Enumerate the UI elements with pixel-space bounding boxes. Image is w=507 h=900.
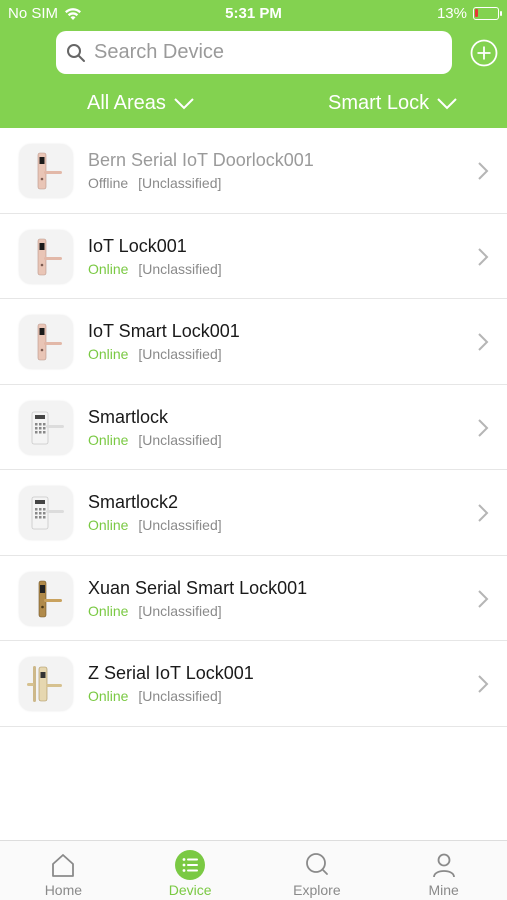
device-thumbnail	[19, 571, 73, 626]
keypad-lock-icon	[31, 496, 64, 530]
device-thumbnail	[19, 486, 73, 540]
area-filter-label: All Areas	[87, 92, 166, 114]
status-right: 13%	[436, 5, 502, 22]
device-name: Smartlock2	[88, 492, 179, 512]
device-name: IoT Smart Lock001	[88, 321, 240, 341]
device-category: [Unclassified]	[138, 431, 222, 448]
chevron-right-icon	[478, 675, 489, 693]
device-name: Smartlock	[88, 406, 169, 427]
home-icon	[52, 854, 75, 877]
status-bar: No SIM 5:31 PM 13%	[0, 0, 507, 28]
search-icon	[305, 853, 328, 875]
app-screen: No SIM 5:31 PM 13% Search Device All Are…	[0, 0, 507, 900]
lever-lock-icon	[37, 152, 62, 190]
device-meta: Online [Unclassified]	[88, 432, 222, 448]
device-status: Online	[88, 431, 129, 448]
keypad-lock-icon	[31, 411, 64, 444]
tab-mine[interactable]: Mine	[380, 841, 507, 900]
tab-bar: Home Device Explore Mine	[0, 840, 507, 900]
device-status: Online	[88, 346, 129, 362]
gold-handle-lock-icon	[27, 666, 62, 702]
device-list: Bern Serial IoT Doorlock001 Offline [Unc…	[0, 128, 507, 727]
device-status: Online	[88, 688, 129, 704]
person-icon	[432, 853, 455, 878]
device-category: [Unclassified]	[138, 260, 222, 277]
list-icon	[175, 850, 206, 880]
chevron-right-icon	[478, 333, 489, 351]
device-meta: Online [Unclassified]	[88, 261, 222, 277]
device-name: Z Serial IoT Lock001	[88, 663, 254, 683]
add-device-icon[interactable]	[470, 39, 498, 67]
device-category: [Unclassified]	[138, 602, 222, 619]
search-input[interactable]: Search Device	[56, 31, 452, 74]
lever-lock-icon	[37, 238, 62, 275]
tab-explore[interactable]: Explore	[254, 841, 381, 900]
device-category: [Unclassified]	[138, 688, 222, 704]
device-category: [Unclassified]	[138, 346, 222, 362]
device-row[interactable]: IoT Smart Lock001 Online [Unclassified]	[0, 299, 507, 385]
device-thumbnail	[19, 400, 73, 455]
tab-label: Explore	[293, 882, 341, 898]
device-meta: Offline [Unclassified]	[88, 175, 221, 191]
tab-label: Home	[44, 882, 83, 898]
area-filter-dropdown[interactable]: All Areas	[87, 92, 194, 115]
device-row[interactable]: Bern Serial IoT Doorlock001 Offline [Unc…	[0, 128, 507, 214]
battery-level-fill	[475, 9, 478, 17]
chevron-right-icon	[478, 418, 489, 437]
status-time: 5:31 PM	[225, 5, 282, 22]
device-meta: Online [Unclassified]	[88, 688, 222, 704]
tab-device[interactable]: Device	[127, 841, 254, 900]
device-name: Xuan Serial Smart Lock001	[88, 577, 308, 598]
chevron-right-icon	[478, 504, 489, 522]
tab-label: Mine	[428, 882, 459, 898]
tab-home[interactable]: Home	[0, 841, 127, 900]
device-row[interactable]: Smartlock Online [Unclassified]	[0, 384, 507, 470]
chevron-down-icon	[437, 97, 457, 109]
device-status: Online	[88, 260, 129, 277]
device-meta: Online [Unclassified]	[88, 517, 222, 533]
gold-lever-lock-icon	[38, 580, 62, 617]
device-category: [Unclassified]	[138, 175, 222, 191]
chevron-down-icon	[174, 97, 194, 109]
device-row[interactable]: Z Serial IoT Lock001 Online [Unclassifie…	[0, 641, 507, 727]
device-status: Offline	[88, 175, 129, 191]
device-name: Bern Serial IoT Doorlock001	[88, 150, 314, 170]
search-icon	[67, 43, 85, 62]
battery-icon	[473, 7, 502, 20]
chevron-right-icon	[478, 162, 489, 180]
device-thumbnail	[19, 144, 73, 198]
type-filter-dropdown[interactable]: Smart Lock	[328, 92, 457, 115]
tab-label: Device	[168, 882, 212, 898]
device-thumbnail	[19, 315, 73, 369]
device-row[interactable]: Smartlock2 Online [Unclassified]	[0, 470, 507, 556]
device-name: IoT Lock001	[88, 235, 187, 256]
device-row[interactable]: Xuan Serial Smart Lock001 Online [Unclas…	[0, 555, 507, 641]
battery-percent: 13%	[436, 5, 467, 22]
type-filter-label: Smart Lock	[328, 92, 430, 114]
device-thumbnail	[19, 229, 73, 284]
header: No SIM 5:31 PM 13% Search Device All Are…	[0, 0, 507, 128]
device-status: Online	[88, 517, 129, 533]
device-category: [Unclassified]	[138, 517, 222, 533]
chevron-right-icon	[478, 589, 489, 608]
device-thumbnail	[19, 657, 73, 711]
lever-lock-icon	[37, 323, 62, 361]
chevron-right-icon	[478, 247, 489, 266]
search-placeholder: Search Device	[94, 41, 225, 63]
device-meta: Online [Unclassified]	[88, 603, 222, 619]
device-row[interactable]: IoT Lock001 Online [Unclassified]	[0, 213, 507, 299]
device-meta: Online [Unclassified]	[88, 346, 222, 362]
device-status: Online	[88, 602, 129, 619]
